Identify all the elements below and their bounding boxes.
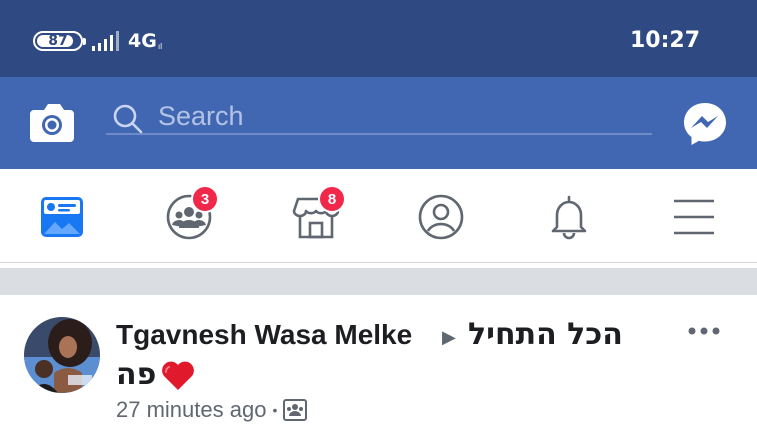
camera-icon[interactable] <box>28 100 76 144</box>
post-group-name[interactable]: הכל התחיל <box>468 317 623 352</box>
network-activity: ıl <box>158 42 162 51</box>
feed-divider <box>0 268 757 295</box>
clock: 10:27 <box>630 28 701 53</box>
groups-badge: 3 <box>191 185 219 213</box>
post-group-name-continued[interactable]: פה <box>116 357 196 392</box>
tab-menu[interactable] <box>666 189 722 245</box>
avatar-photo <box>24 317 100 393</box>
post-timestamp[interactable]: 27 minutes ago <box>116 397 266 423</box>
feed-post: Tgavnesh Wasa Melke ▶ הכל התחיל פה 27 mi… <box>0 295 757 425</box>
profile-icon <box>418 194 464 240</box>
red-heart-icon <box>162 361 195 390</box>
network-type: 4G <box>128 30 157 52</box>
shared-to-arrow-icon: ▶ <box>442 327 456 347</box>
signal-strength-icon <box>92 31 119 51</box>
group-audience-icon[interactable] <box>283 399 308 421</box>
news-feed-icon <box>41 197 83 237</box>
search-input[interactable] <box>158 99 618 133</box>
more-options-icon[interactable] <box>686 325 722 337</box>
tab-notifications[interactable] <box>541 189 597 245</box>
messenger-icon[interactable] <box>681 100 729 148</box>
author-avatar[interactable] <box>24 317 100 393</box>
battery-level: 87 <box>48 33 68 49</box>
search-bar[interactable] <box>106 99 652 135</box>
meta-separator: • <box>272 402 278 418</box>
marketplace-badge: 8 <box>318 185 346 213</box>
tab-groups[interactable]: 3 <box>161 185 219 245</box>
search-icon <box>113 104 143 134</box>
battery-icon: 87 <box>33 31 86 51</box>
hamburger-menu-icon <box>674 199 714 235</box>
tab-news-feed[interactable] <box>34 189 90 245</box>
tab-profile[interactable] <box>413 189 469 245</box>
post-author[interactable]: Tgavnesh Wasa Melke <box>116 319 412 351</box>
tab-marketplace[interactable]: 8 <box>288 185 346 245</box>
post-meta: 27 minutes ago • <box>116 397 308 423</box>
status-bar: 87 4G ıl 10:27 <box>0 0 757 77</box>
main-nav: 3 8 <box>0 169 757 263</box>
post-group-name-line2: פה <box>116 357 157 392</box>
bell-icon <box>551 195 587 240</box>
app-header <box>0 77 757 169</box>
